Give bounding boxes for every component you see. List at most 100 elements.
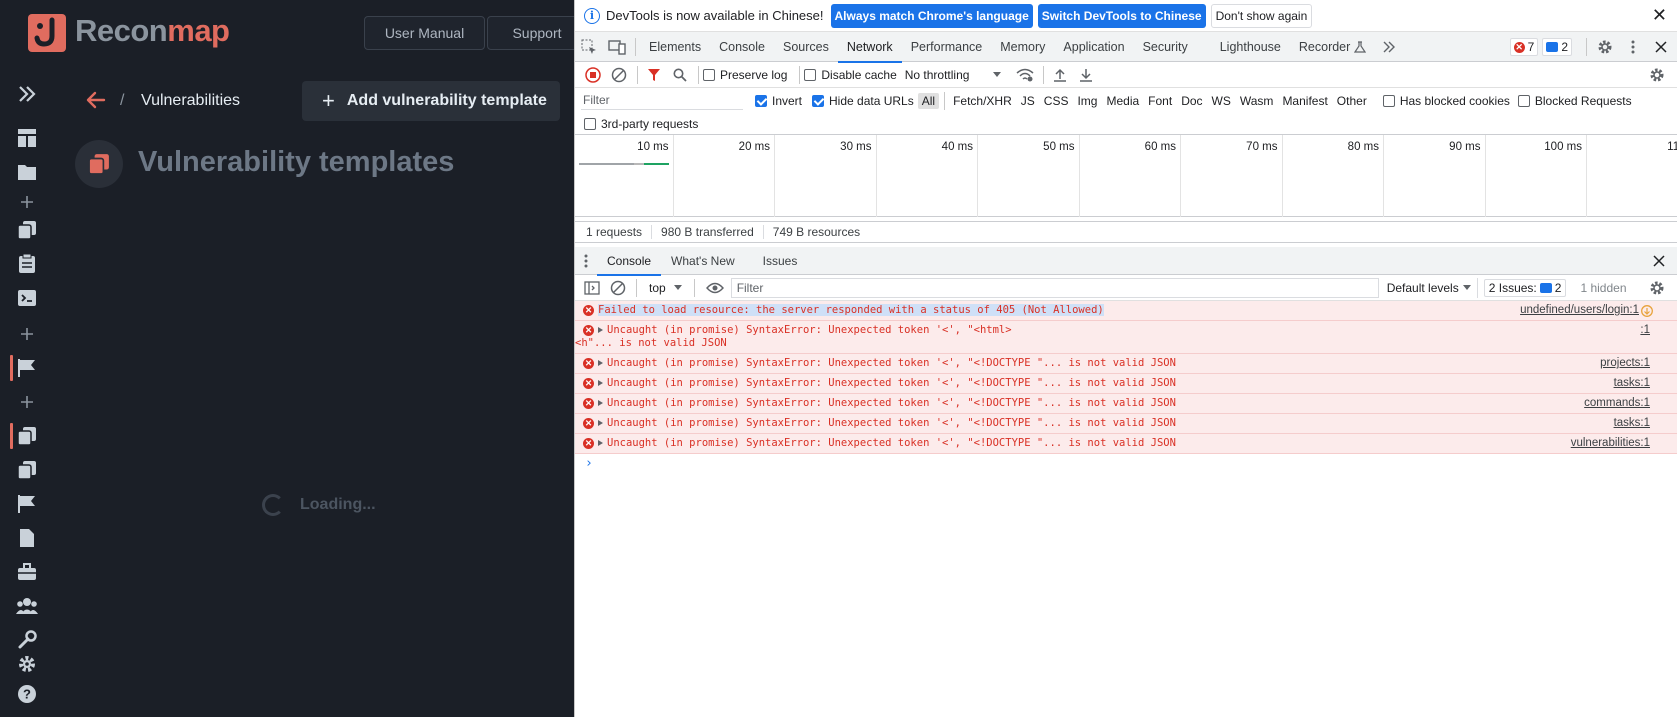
console-source-link[interactable]: tasks:1 — [1614, 417, 1650, 430]
users-icon[interactable] — [15, 594, 39, 618]
filter-type-ws[interactable]: WS — [1208, 93, 1235, 109]
blocked-requests-checkbox[interactable]: Blocked Requests — [1517, 94, 1632, 108]
network-settings-gear-icon[interactable] — [1645, 63, 1669, 87]
console-source-link[interactable]: commands:1 — [1584, 397, 1650, 410]
flag-icon[interactable] — [15, 492, 39, 516]
invert-checkbox[interactable]: Invert — [755, 94, 802, 108]
tab-lighthouse[interactable]: Lighthouse — [1211, 32, 1290, 62]
plus-icon[interactable] — [15, 190, 39, 214]
inspect-element-icon[interactable] — [575, 33, 603, 61]
console-error-row[interactable]: ✕ Uncaught (in promise) SyntaxError: Une… — [575, 434, 1677, 454]
breadcrumb-current[interactable]: Vulnerabilities — [141, 92, 240, 110]
network-request-icon[interactable] — [1641, 305, 1653, 317]
console-error-row[interactable]: ✕ Uncaught (in promise) SyntaxError: Une… — [575, 394, 1677, 414]
log-levels-select[interactable]: Default levels — [1387, 277, 1478, 298]
has-blocked-cookies-checkbox[interactable]: Has blocked cookies — [1382, 94, 1510, 108]
stop-recording-icon[interactable] — [581, 63, 605, 87]
console-source-link[interactable]: undefined/users/login:1 — [1520, 304, 1639, 317]
plus-icon[interactable] — [15, 322, 39, 346]
live-expression-eye-icon[interactable] — [703, 276, 727, 300]
network-filter-input[interactable] — [581, 91, 743, 110]
console-source-link[interactable]: vulnerabilities:1 — [1571, 437, 1650, 450]
clipboard-icon[interactable] — [15, 252, 39, 276]
help-icon[interactable]: ? — [15, 682, 39, 706]
filter-type-fetch-xhr[interactable]: Fetch/XHR — [949, 93, 1016, 109]
tab-recorder[interactable]: Recorder — [1290, 32, 1375, 62]
filter-type-all[interactable]: All — [917, 92, 940, 109]
always-match-language-button[interactable]: Always match Chrome's language — [830, 3, 1033, 28]
tab-application[interactable]: Application — [1054, 32, 1133, 62]
dashboard-icon[interactable] — [15, 126, 39, 150]
preserve-log-checkbox[interactable]: Preserve log — [703, 68, 787, 82]
console-source-link[interactable]: projects:1 — [1600, 357, 1650, 370]
console-error-row[interactable]: ✕ Uncaught (in promise) SyntaxError: Une… — [575, 321, 1677, 354]
errors-badge[interactable]: ✕ 7 — [1509, 38, 1539, 56]
filter-type-other[interactable]: Other — [1333, 93, 1371, 109]
drawer-tab-whats-new[interactable]: What's New — [661, 247, 745, 275]
filter-type-manifest[interactable]: Manifest — [1278, 93, 1331, 109]
expand-triangle-icon[interactable] — [598, 380, 603, 386]
clear-icon[interactable] — [607, 63, 631, 87]
gear-icon[interactable] — [15, 652, 39, 676]
copy-icon[interactable] — [15, 218, 39, 242]
console-source-link[interactable]: tasks:1 — [1614, 377, 1650, 390]
flag-icon[interactable] — [15, 356, 39, 380]
document-icon[interactable] — [15, 526, 39, 550]
add-vulnerability-template-button[interactable]: + Add vulnerability template — [302, 81, 560, 121]
close-devtools-icon[interactable] — [1647, 33, 1675, 61]
tab-memory[interactable]: Memory — [991, 32, 1054, 62]
issues-button[interactable]: 2 Issues: 2 — [1483, 278, 1567, 297]
kebab-menu-icon[interactable] — [1619, 33, 1647, 61]
copy-icon[interactable] — [15, 424, 39, 448]
close-drawer-icon[interactable] — [1645, 247, 1673, 275]
disable-cache-checkbox[interactable]: Disable cache — [804, 68, 897, 82]
console-error-row[interactable]: ✕ Failed to load resource: the server re… — [575, 301, 1677, 321]
briefcase-icon[interactable] — [15, 560, 39, 584]
third-party-requests-checkbox[interactable]: 3rd-party requests — [584, 117, 698, 131]
support-button[interactable]: Support — [487, 16, 574, 50]
console-sidebar-icon[interactable] — [580, 276, 604, 300]
console-prompt[interactable]: › — [575, 454, 1677, 471]
back-arrow-icon[interactable] — [84, 88, 108, 112]
filter-type-css[interactable]: CSS — [1040, 93, 1073, 109]
network-overview-timeline[interactable]: 10 ms 20 ms 30 ms 40 ms 50 ms 60 ms 70 ms 80 ms… — [575, 135, 1677, 217]
plus-icon[interactable] — [15, 390, 39, 414]
console-filter-input[interactable] — [730, 277, 1379, 298]
export-har-icon[interactable] — [1074, 63, 1098, 87]
filter-type-font[interactable]: Font — [1144, 93, 1176, 109]
filter-type-img[interactable]: Img — [1073, 93, 1101, 109]
user-manual-button[interactable]: User Manual — [364, 16, 485, 50]
filter-type-js[interactable]: JS — [1017, 93, 1039, 109]
drawer-tab-issues[interactable]: Issues — [753, 247, 808, 275]
tab-performance[interactable]: Performance — [902, 32, 992, 62]
expand-triangle-icon[interactable] — [598, 327, 603, 333]
copy-icon[interactable] — [15, 458, 39, 482]
tab-elements[interactable]: Elements — [640, 32, 710, 62]
tab-security[interactable]: Security — [1134, 32, 1197, 62]
drawer-tab-console[interactable]: Console — [597, 247, 662, 276]
tab-sources[interactable]: Sources — [774, 32, 838, 62]
network-conditions-icon[interactable] — [1013, 63, 1037, 87]
console-error-row[interactable]: ✕ Uncaught (in promise) SyntaxError: Une… — [575, 354, 1677, 374]
messages-badge[interactable]: 2 — [1542, 38, 1572, 56]
console-source-link[interactable]: :1 — [1640, 324, 1650, 337]
terminal-icon[interactable] — [15, 286, 39, 310]
expand-triangle-icon[interactable] — [598, 360, 603, 366]
tab-network[interactable]: Network — [837, 32, 902, 63]
reconmap-logo-icon[interactable] — [28, 14, 66, 52]
filter-type-doc[interactable]: Doc — [1177, 93, 1206, 109]
filter-type-media[interactable]: Media — [1102, 93, 1143, 109]
expand-triangle-icon[interactable] — [598, 400, 603, 406]
wrench-icon[interactable] — [15, 628, 39, 652]
console-error-row[interactable]: ✕ Uncaught (in promise) SyntaxError: Une… — [575, 374, 1677, 394]
search-icon[interactable] — [668, 63, 692, 87]
dont-show-again-button[interactable]: Don't show again — [1210, 3, 1313, 28]
close-icon[interactable]: ✕ — [1652, 6, 1667, 24]
settings-gear-icon[interactable] — [1591, 33, 1619, 61]
console-error-row[interactable]: ✕ Uncaught (in promise) SyntaxError: Une… — [575, 414, 1677, 434]
filter-funnel-icon[interactable] — [642, 63, 666, 87]
tab-console[interactable]: Console — [710, 32, 774, 62]
clear-console-icon[interactable] — [606, 276, 630, 300]
brand-name[interactable]: Reconmap — [75, 13, 230, 49]
console-settings-gear-icon[interactable] — [1645, 276, 1669, 300]
